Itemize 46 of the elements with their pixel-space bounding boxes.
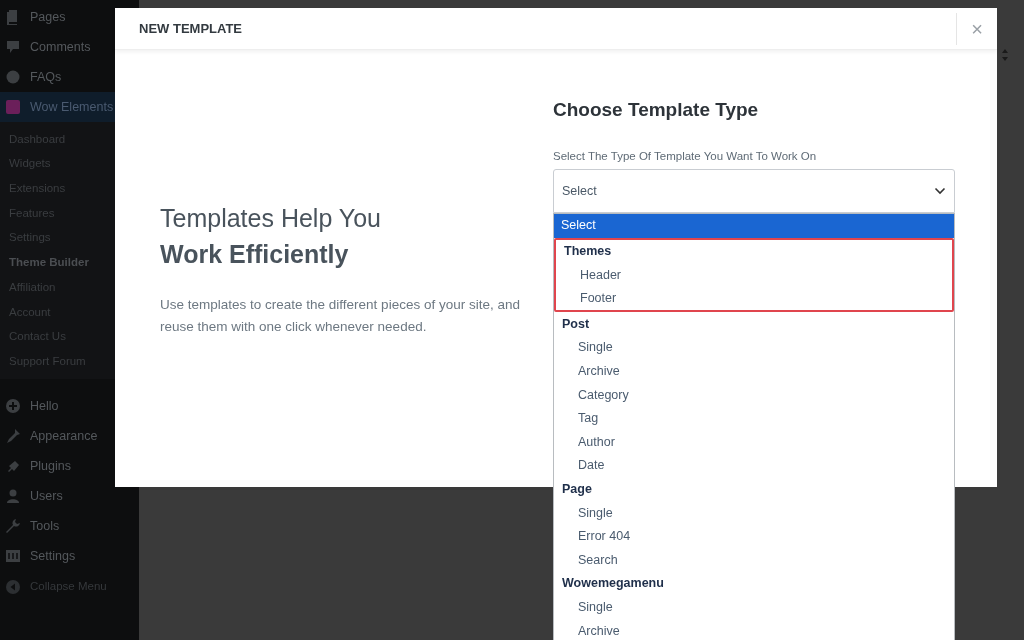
sidebar-item[interactable]: Appearance — [0, 420, 139, 451]
dropdown-option[interactable]: Archive — [554, 359, 954, 384]
sidebar-item[interactable]: Users — [0, 480, 139, 511]
menu-icon — [5, 99, 21, 115]
sidebar-item[interactable]: Tools — [0, 510, 139, 541]
collapse-icon — [5, 578, 21, 595]
sidebar-item[interactable]: Pages — [0, 2, 139, 32]
sidebar-item[interactable]: FAQs — [0, 62, 139, 92]
form-title: Choose Template Type — [553, 98, 760, 122]
menu-icon — [5, 39, 21, 55]
menu-icon — [5, 427, 21, 444]
option-group-label: Wowemegamenu — [561, 575, 665, 593]
dropdown-option[interactable]: Error 404 — [554, 524, 954, 549]
option-group-label: Themes — [563, 243, 613, 260]
option-group-label: Page — [561, 480, 593, 498]
dropdown-option[interactable]: Author — [554, 430, 954, 454]
field-label: Select The Type Of Template You Want To Work On — [553, 148, 818, 164]
close-button[interactable]: × — [957, 8, 997, 49]
sidebar-item[interactable]: Settings — [0, 540, 139, 571]
dropdown-option[interactable]: Header — [556, 263, 952, 287]
dropdown-option[interactable]: Single — [554, 335, 954, 360]
menu-icon — [5, 397, 21, 414]
option-group-label: Post — [561, 315, 591, 333]
dropdown-option[interactable]: Category — [554, 383, 954, 407]
menu-icon — [5, 69, 21, 85]
dropdown-option[interactable]: Single — [554, 595, 954, 620]
sort-icon[interactable] — [1001, 48, 1009, 62]
dropdown-option[interactable]: Archive — [554, 619, 954, 640]
headline: Work Efficiently — [160, 239, 350, 270]
sidebar-item[interactable]: Comments — [0, 32, 139, 62]
chevron-down-icon — [934, 187, 946, 195]
sidebar-item[interactable]: Hello — [0, 390, 139, 421]
description: Use templates to create the different pieces of your site, and reuse them with one click whenever needed. — [160, 296, 520, 336]
menu-icon — [5, 517, 21, 534]
modal-title: NEW TEMPLATE — [139, 19, 244, 38]
sidebar-item[interactable]: Plugins — [0, 450, 139, 481]
dropdown-option[interactable]: Search — [554, 548, 954, 572]
dropdown-option[interactable]: Tag — [554, 406, 954, 431]
dropdown-option[interactable]: Select — [554, 214, 954, 238]
dropdown-option[interactable]: Footer — [556, 286, 952, 311]
menu-icon — [5, 487, 21, 504]
dropdown-option[interactable]: Single — [554, 501, 954, 525]
menu-icon — [5, 547, 21, 564]
dropdown-option[interactable]: Date — [554, 453, 954, 478]
select-field[interactable]: Select — [553, 169, 955, 213]
headline: Templates Help You — [160, 203, 382, 234]
